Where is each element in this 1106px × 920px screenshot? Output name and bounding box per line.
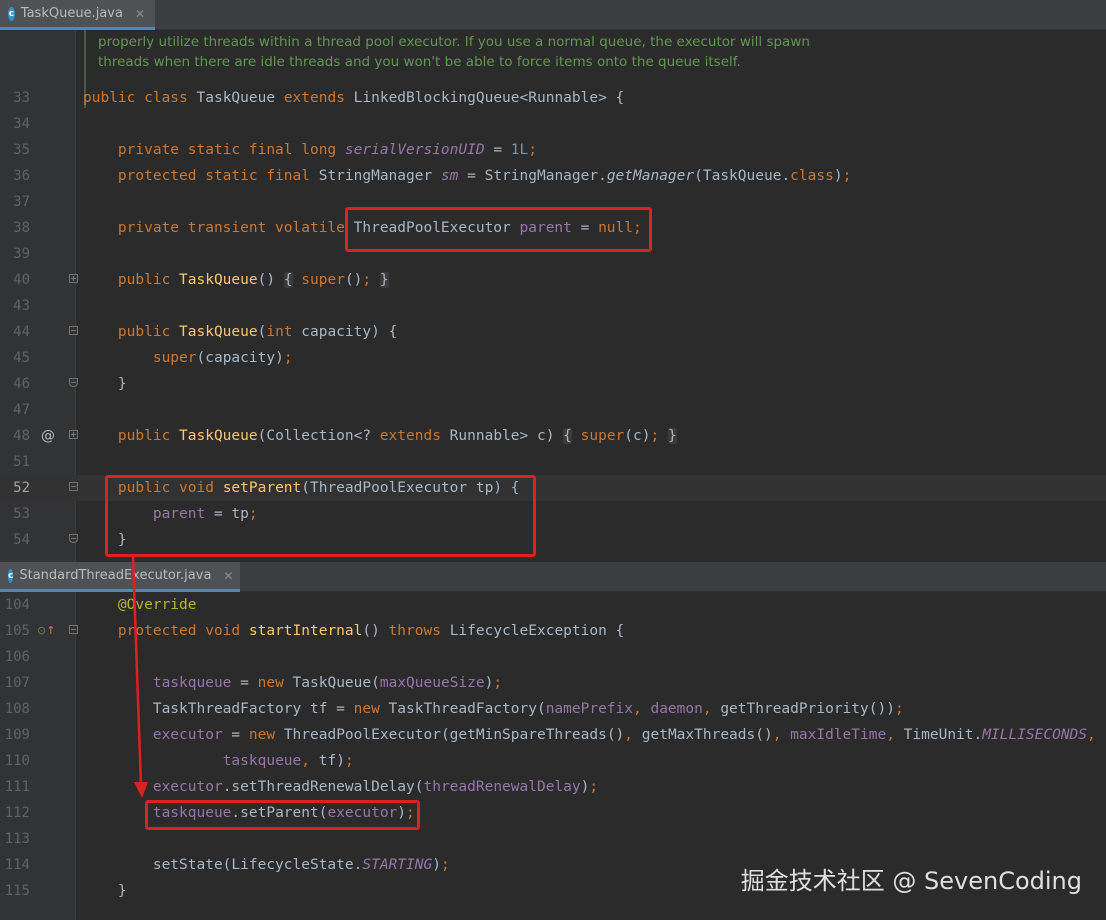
highlight-box-parent-field [345, 207, 652, 252]
code-text: taskqueue = new TaskQueue(maxQueueSize); [152, 675, 503, 691]
code-line: 46 − } [0, 371, 1106, 397]
line-number: 51 [13, 454, 30, 470]
code-line: 34 [0, 111, 1106, 137]
fold-expand-icon[interactable]: + [69, 274, 78, 283]
code-text: private static final long serialVersionU… [117, 142, 537, 158]
line-number: 38 [13, 220, 30, 236]
overrides-method-icon[interactable]: ⊙↑ [37, 618, 55, 644]
fold-end-icon[interactable]: − [69, 378, 78, 387]
line-number: 108 [4, 701, 30, 717]
line-number: 111 [4, 779, 30, 795]
code-text: taskqueue, tf); [222, 753, 354, 769]
fold-expand-icon[interactable]: + [69, 430, 78, 439]
editor-tab-bar-bottom: c StandardThreadExecutor.java ✕ [0, 562, 1106, 592]
code-line: 51 [0, 449, 1106, 475]
code-text: setState(LifecycleState.STARTING); [83, 857, 450, 873]
line-number: 45 [13, 350, 30, 366]
line-number: 35 [13, 142, 30, 158]
override-marker-icon[interactable]: @ [41, 423, 55, 449]
code-text: TaskThreadFactory tf = new TaskThreadFac… [83, 701, 904, 717]
line-number: 48 [13, 428, 30, 444]
line-number: 109 [4, 727, 30, 743]
fold-collapse-icon[interactable]: − [69, 326, 78, 335]
code-line: 40 + public TaskQueue() { super(); } [0, 267, 1106, 293]
line-number: 36 [13, 168, 30, 184]
code-line: 47 [0, 397, 1106, 423]
code-line: 104 @Override [0, 592, 1106, 618]
tab-label: TaskQueue.java [20, 6, 123, 21]
doc-comment-line: threads when there are idle threads and … [98, 54, 741, 70]
code-text: super(capacity); [152, 350, 293, 366]
line-number: 34 [13, 116, 30, 132]
code-text: protected static final StringManager sm … [117, 168, 852, 184]
tab-taskqueue-java[interactable]: c TaskQueue.java ✕ [0, 0, 155, 30]
tab-label: StandardThreadExecutor.java [19, 568, 212, 583]
line-number: 105 [4, 623, 30, 639]
line-number: 44 [13, 324, 30, 340]
doc-comment-line: properly utilize threads within a thread… [98, 34, 810, 50]
code-line: 44 − public TaskQueue(int capacity) { [0, 319, 1106, 345]
line-number: 113 [4, 831, 30, 847]
code-line: 106 [0, 644, 1106, 670]
close-icon[interactable]: ✕ [223, 569, 233, 583]
code-line: 110 taskqueue, tf); [0, 748, 1106, 774]
watermark-text: 掘金技术社区 @ SevenCoding [740, 867, 1082, 895]
line-number: 46 [13, 376, 30, 392]
code-line: 33 public class TaskQueue extends Linked… [0, 85, 1106, 111]
line-number: 54 [13, 532, 30, 548]
highlight-box-setparent-call [145, 800, 420, 830]
code-text: } [83, 376, 127, 392]
line-number: 40 [13, 272, 30, 288]
line-number: 106 [4, 649, 30, 665]
code-line: 36 protected static final StringManager … [0, 163, 1106, 189]
editor-tab-bar-top: c TaskQueue.java ✕ [0, 0, 1106, 30]
java-class-icon: c [8, 568, 14, 583]
line-number: 52 [13, 480, 30, 496]
fold-collapse-icon[interactable]: − [69, 625, 78, 634]
code-text: executor = new ThreadPoolExecutor(getMin… [152, 727, 1096, 743]
line-number: 104 [4, 597, 30, 613]
code-text: public TaskQueue(Collection<? extends Ru… [117, 428, 677, 444]
line-number: 43 [13, 298, 30, 314]
close-icon[interactable]: ✕ [135, 7, 145, 21]
code-text: } [83, 883, 127, 899]
fold-collapse-icon[interactable]: − [69, 482, 78, 491]
code-text: public TaskQueue() { super(); } [117, 272, 389, 288]
java-class-icon: c [8, 6, 15, 21]
fold-end-icon[interactable]: − [69, 534, 78, 543]
line-number: 107 [4, 675, 30, 691]
code-line: 45 super(capacity); [0, 345, 1106, 371]
line-number: 115 [4, 883, 30, 899]
code-line: 43 [0, 293, 1106, 319]
code-line: 35 private static final long serialVersi… [0, 137, 1106, 163]
line-number: 114 [4, 857, 30, 873]
code-line: 48 @ + public TaskQueue(Collection<? ext… [0, 423, 1106, 449]
line-number: 37 [13, 194, 30, 210]
code-text: @Override [117, 597, 197, 613]
line-number: 110 [4, 753, 30, 769]
highlight-box-setparent-method [105, 475, 536, 557]
line-number: 33 [13, 90, 30, 106]
code-text: public class TaskQueue extends LinkedBlo… [83, 90, 625, 106]
code-line: 109 executor = new ThreadPoolExecutor(ge… [0, 722, 1106, 748]
code-text: protected void startInternal() throws Li… [117, 623, 625, 639]
code-text: executor.setThreadRenewalDelay(threadRen… [152, 779, 599, 795]
tab-standardthreadexecutor-java[interactable]: c StandardThreadExecutor.java ✕ [0, 562, 240, 592]
line-number: 53 [13, 506, 30, 522]
line-number: 39 [13, 246, 30, 262]
line-number: 112 [4, 805, 30, 821]
code-line: 105 ⊙↑ − protected void startInternal() … [0, 618, 1106, 644]
code-line: 108 TaskThreadFactory tf = new TaskThrea… [0, 696, 1106, 722]
code-text: public TaskQueue(int capacity) { [117, 324, 398, 340]
code-line: 111 executor.setThreadRenewalDelay(threa… [0, 774, 1106, 800]
code-line: 107 taskqueue = new TaskQueue(maxQueueSi… [0, 670, 1106, 696]
line-number: 47 [13, 402, 30, 418]
